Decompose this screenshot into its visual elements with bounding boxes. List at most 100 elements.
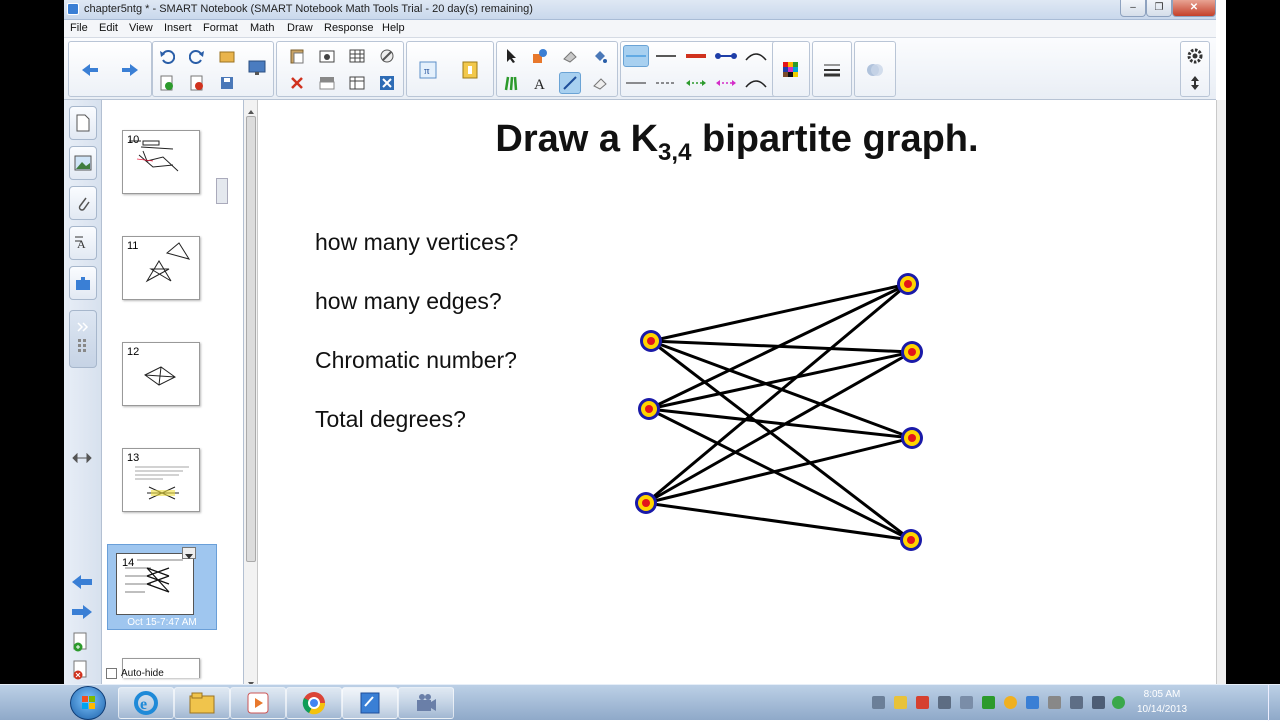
line-style-arc-alt[interactable] <box>743 72 769 94</box>
title-bar[interactable]: chapter5ntg * - SMART Notebook (SMART No… <box>64 0 1216 20</box>
taskbar-ie-icon[interactable]: e <box>118 687 174 719</box>
add-page-icon[interactable] <box>156 72 178 94</box>
line-tool-icon[interactable] <box>559 72 581 94</box>
page-thumbnail[interactable]: 11 <box>122 236 200 300</box>
line-style-magenta-arrows[interactable] <box>713 72 739 94</box>
response-icon[interactable] <box>459 59 481 81</box>
open-folder-icon[interactable] <box>216 45 238 67</box>
text-tool-icon[interactable]: A <box>529 72 551 94</box>
screen-shade-icon[interactable] <box>316 72 338 94</box>
tray-update-icon[interactable] <box>982 696 995 709</box>
graph-edge[interactable] <box>650 282 909 343</box>
back-arrow-icon[interactable] <box>79 59 101 81</box>
taskbar-recorder-icon[interactable] <box>398 687 454 719</box>
delete-icon[interactable] <box>286 72 308 94</box>
menu-help[interactable]: Help <box>382 22 405 34</box>
tray-tool-icon[interactable] <box>872 696 885 709</box>
menu-format[interactable]: Format <box>203 22 238 34</box>
graph-edge[interactable] <box>648 350 913 411</box>
gear-icon[interactable] <box>1184 45 1206 67</box>
bipartite-graph[interactable] <box>258 100 1216 684</box>
line-style-arrow-blue[interactable] <box>713 45 739 67</box>
whiteboard-canvas[interactable]: Draw a K3,4 bipartite graph. how many ve… <box>258 100 1216 684</box>
graph-vertex-right[interactable] <box>901 427 923 449</box>
tray-battery-icon[interactable] <box>1048 696 1061 709</box>
graph-vertex-right[interactable] <box>900 529 922 551</box>
taskbar-chrome-icon[interactable] <box>286 687 342 719</box>
autohide-checkbox[interactable] <box>106 668 117 679</box>
forward-arrow-icon[interactable] <box>119 59 141 81</box>
insert-table-icon[interactable] <box>346 72 368 94</box>
taskbar-explorer-icon[interactable] <box>174 687 230 719</box>
page-thumbnail[interactable]: 10 <box>122 130 200 194</box>
menu-edit[interactable]: Edit <box>99 22 118 34</box>
move-toolbar-icon[interactable] <box>1184 72 1206 94</box>
line-style-thin[interactable] <box>623 72 649 94</box>
taskbar-notebook-icon[interactable] <box>342 687 398 719</box>
menu-math[interactable]: Math <box>250 22 274 34</box>
graph-vertex-left[interactable] <box>635 492 657 514</box>
close-button[interactable]: ✕ <box>1172 0 1216 17</box>
line-thickness-icon[interactable] <box>821 59 843 81</box>
scroll-thumb[interactable] <box>246 116 256 562</box>
close-doc-icon[interactable] <box>376 72 398 94</box>
select-arrow-icon[interactable] <box>501 45 523 67</box>
sorter-resize-grip[interactable] <box>216 178 228 204</box>
taskbar-media-icon[interactable] <box>230 687 286 719</box>
resize-arrows-icon[interactable] <box>72 450 92 468</box>
menu-view[interactable]: View <box>129 22 153 34</box>
minimize-button[interactable]: – <box>1120 0 1146 17</box>
delete-page-icon[interactable] <box>186 72 208 94</box>
shapes-icon[interactable] <box>529 45 551 67</box>
tray-flag-icon[interactable] <box>1070 696 1083 709</box>
graph-vertex-left[interactable] <box>640 330 662 352</box>
pens-icon[interactable] <box>501 72 523 94</box>
previous-page-icon[interactable] <box>70 574 94 595</box>
tray-alert-icon[interactable] <box>1004 696 1017 709</box>
line-style-green-arrows[interactable] <box>683 72 709 94</box>
line-style-solid-blue[interactable] <box>623 45 649 67</box>
add-page-side-icon[interactable] <box>72 632 90 657</box>
properties-tab[interactable]: A <box>69 226 97 260</box>
table-icon[interactable] <box>346 45 368 67</box>
show-desktop-button[interactable] <box>1268 685 1280 721</box>
menu-response[interactable]: Response <box>324 22 374 34</box>
line-style-thick-red[interactable] <box>683 45 709 67</box>
tray-network-icon[interactable] <box>1026 696 1039 709</box>
color-palette-icon[interactable] <box>780 59 802 81</box>
undo-icon[interactable] <box>156 45 178 67</box>
math-tools-icon[interactable]: π <box>417 59 439 81</box>
screen-display-icon[interactable] <box>246 57 268 79</box>
maximize-button[interactable]: ❐ <box>1146 0 1172 17</box>
thumbnail-menu-icon[interactable] <box>182 547 196 559</box>
line-style-dashed[interactable] <box>653 72 679 94</box>
attachments-tab[interactable] <box>69 186 97 220</box>
canvas-scrollbar[interactable] <box>1216 100 1226 684</box>
delete-page-side-icon[interactable] <box>72 660 90 685</box>
selected-page-thumbnail[interactable]: 14 Oct 15-7:47 AM <box>107 544 217 630</box>
eraser-alt-icon[interactable] <box>589 72 611 94</box>
line-style-arc[interactable] <box>743 45 769 67</box>
tray-display-icon[interactable] <box>938 696 951 709</box>
eraser-icon[interactable] <box>559 45 581 67</box>
menu-draw[interactable]: Draw <box>287 22 313 34</box>
page-thumbnail[interactable]: 13 <box>122 448 200 512</box>
tray-r-icon[interactable] <box>1112 696 1125 709</box>
fill-icon[interactable] <box>589 45 611 67</box>
graph-vertex-right[interactable] <box>897 273 919 295</box>
redo-icon[interactable] <box>186 45 208 67</box>
tray-search-icon[interactable] <box>960 696 973 709</box>
sidebar-collapse-handle[interactable] <box>69 310 97 368</box>
gallery-tab[interactable] <box>69 146 97 180</box>
magic-pen-icon[interactable] <box>376 45 398 67</box>
line-style-solid-black[interactable] <box>653 45 679 67</box>
next-page-icon[interactable] <box>70 604 94 625</box>
graph-vertex-left[interactable] <box>638 398 660 420</box>
sorter-scrollbar[interactable] <box>244 100 258 686</box>
menu-insert[interactable]: Insert <box>164 22 192 34</box>
tray-shield-icon[interactable] <box>894 696 907 709</box>
save-icon[interactable] <box>216 72 238 94</box>
graph-edge[interactable] <box>648 282 909 411</box>
page-sorter-tab[interactable] <box>69 106 97 140</box>
graph-vertex-right[interactable] <box>901 341 923 363</box>
